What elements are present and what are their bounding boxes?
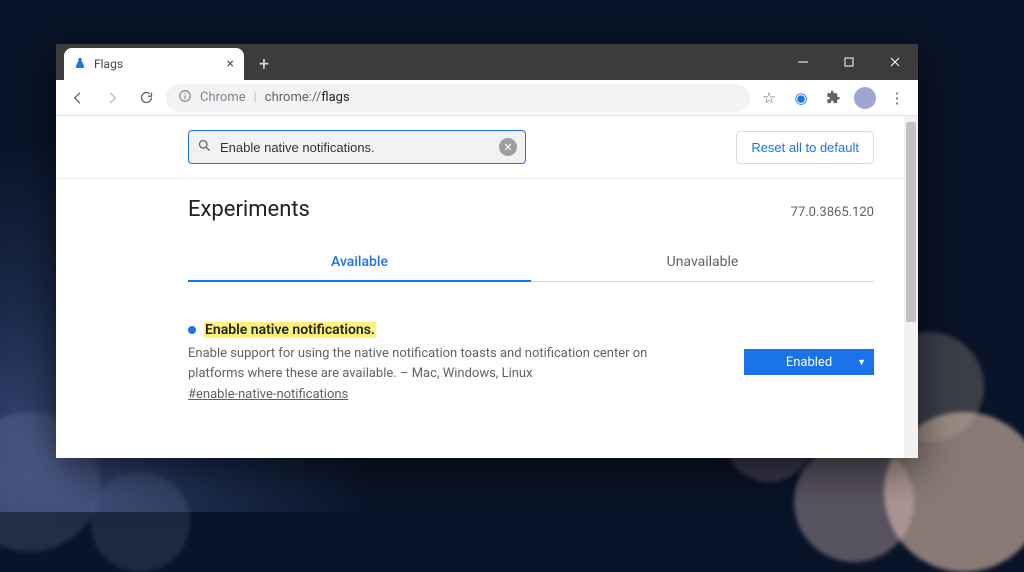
close-tab-icon[interactable]: × <box>227 56 234 72</box>
page-title: Experiments <box>188 197 310 222</box>
header-row: Experiments 77.0.3865.120 <box>56 179 904 226</box>
minimize-button[interactable] <box>780 44 826 80</box>
search-icon <box>197 138 212 157</box>
search-row: ✕ Reset all to default <box>56 116 904 179</box>
flag-state-value: Enabled <box>786 355 832 370</box>
search-box[interactable]: ✕ <box>188 130 526 164</box>
status-dot-icon <box>188 326 196 334</box>
titlebar: Flags × + <box>56 44 918 80</box>
sync-icon[interactable]: ◉ <box>788 85 814 111</box>
url-path: chrome://flags <box>265 90 350 105</box>
flask-icon <box>74 57 86 72</box>
reload-button[interactable] <box>132 84 160 112</box>
flag-title-row: Enable native notifications. <box>188 322 724 338</box>
window-controls <box>780 44 918 80</box>
flag-state-select[interactable]: Enabled <box>744 349 874 375</box>
close-window-button[interactable] <box>872 44 918 80</box>
tab-title: Flags <box>94 57 123 71</box>
address-bar[interactable]: Chrome | chrome://flags <box>166 84 750 112</box>
new-tab-button[interactable]: + <box>250 50 278 78</box>
search-input[interactable] <box>220 140 491 155</box>
browser-tab[interactable]: Flags × <box>64 48 244 80</box>
tabs-row: Available Unavailable <box>188 244 874 282</box>
page-content: ✕ Reset all to default Experiments 77.0.… <box>56 116 918 458</box>
forward-button[interactable] <box>98 84 126 112</box>
browser-window: Flags × + Chro <box>56 44 918 458</box>
tab-unavailable[interactable]: Unavailable <box>531 244 874 282</box>
scrollbar-thumb[interactable] <box>906 122 916 322</box>
flag-body: Enable native notifications. Enable supp… <box>188 322 724 402</box>
site-info-icon[interactable] <box>178 89 192 107</box>
tab-available[interactable]: Available <box>188 244 531 282</box>
profile-avatar[interactable] <box>852 85 878 111</box>
scrollbar[interactable] <box>904 116 918 458</box>
bookmark-star-icon[interactable]: ☆ <box>756 85 782 111</box>
menu-icon[interactable]: ⋮ <box>884 85 910 111</box>
maximize-button[interactable] <box>826 44 872 80</box>
flag-control: Enabled <box>744 349 874 375</box>
flag-item: Enable native notifications. Enable supp… <box>188 322 874 402</box>
extensions-icon[interactable] <box>820 85 846 111</box>
flag-hash-link[interactable]: #enable-native-notifications <box>188 387 348 402</box>
toolbar: Chrome | chrome://flags ☆ ◉ ⋮ <box>56 80 918 116</box>
reset-all-button[interactable]: Reset all to default <box>736 131 874 164</box>
url-scheme: Chrome <box>200 90 246 105</box>
back-button[interactable] <box>64 84 92 112</box>
flag-title: Enable native notifications. <box>204 322 376 338</box>
version-label: 77.0.3865.120 <box>791 205 874 220</box>
url-divider: | <box>254 90 257 105</box>
flag-description: Enable support for using the native noti… <box>188 344 658 383</box>
clear-search-icon[interactable]: ✕ <box>499 138 517 156</box>
